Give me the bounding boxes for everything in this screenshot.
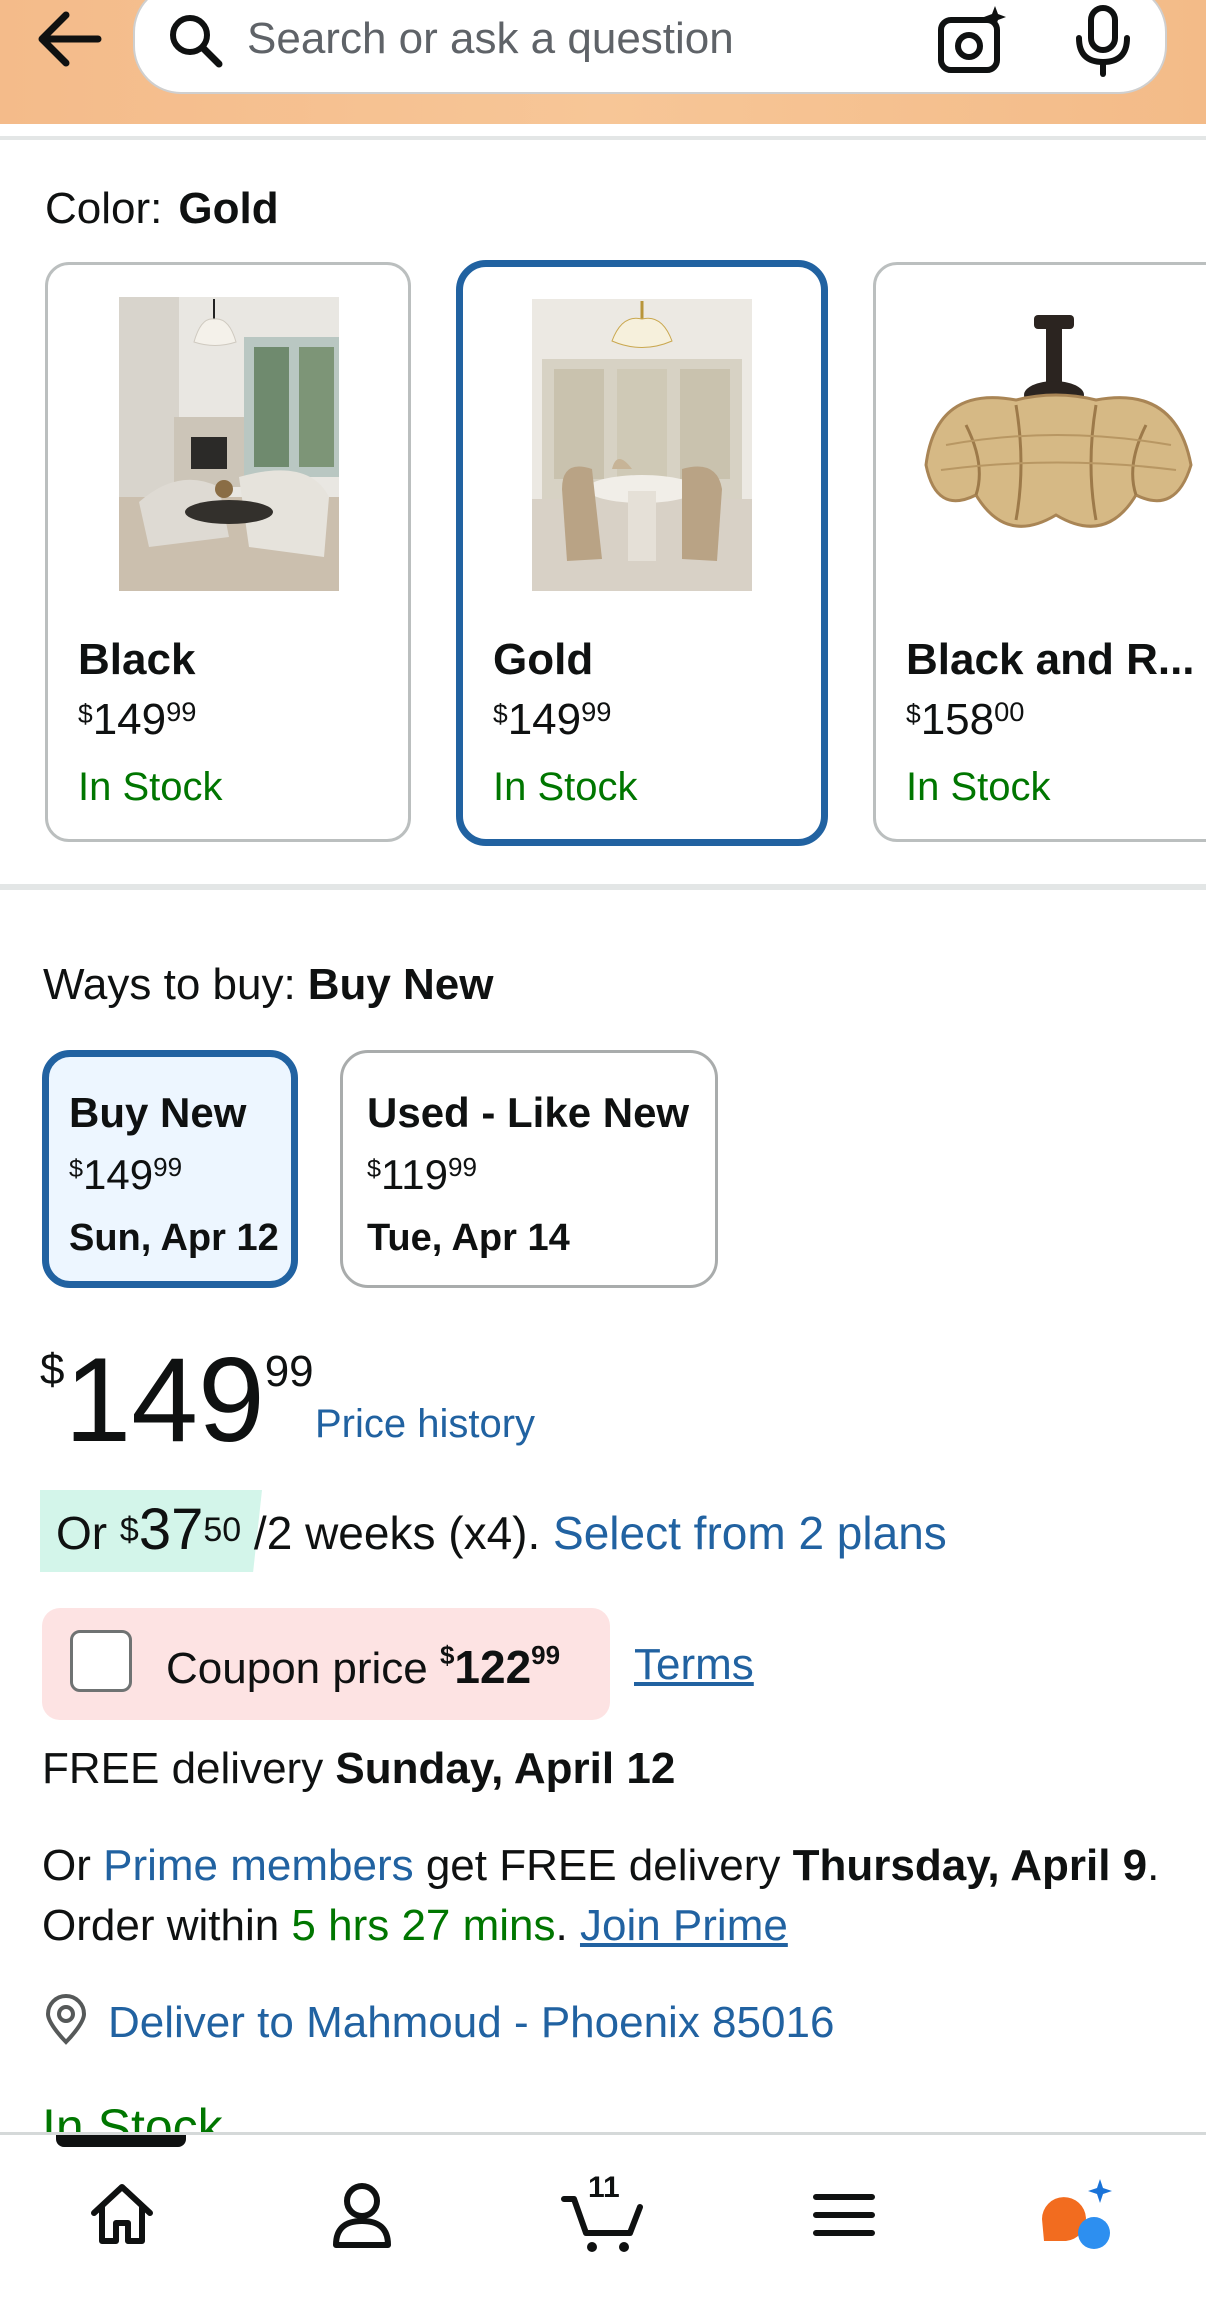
option-price: $14999 <box>493 695 611 745</box>
prime-members-link[interactable]: Prime members <box>103 1841 414 1890</box>
currency: $ <box>439 1640 455 1670</box>
join-prime-link[interactable]: Join Prime <box>580 1901 788 1950</box>
installment-whole: 37 <box>138 1497 204 1562</box>
rattan-fan-image <box>924 315 1193 528</box>
free-delivery-prefix: FREE delivery <box>42 1744 336 1793</box>
selected-way: Buy New <box>307 960 494 1009</box>
option-price: $15800 <box>906 695 1024 745</box>
divider <box>0 136 1206 140</box>
price-whole: 149 <box>507 695 582 744</box>
black-room-image <box>119 297 339 591</box>
currency: $ <box>906 698 921 729</box>
installment-prefix: Or <box>56 1507 120 1559</box>
coupon-text: Coupon price $12299 <box>166 1640 560 1694</box>
prime-mid-text: get FREE delivery <box>413 1841 793 1890</box>
option-name: Gold <box>493 635 594 684</box>
prime-delivery-info: Or Prime members get FREE delivery Thurs… <box>42 1836 1172 1956</box>
bottom-navigation: 11 <box>0 2132 1206 2299</box>
rufus-ai-icon[interactable] <box>1036 2175 1116 2255</box>
option-name: Black and R... <box>906 635 1195 684</box>
currency: $ <box>40 1345 65 1394</box>
price-fraction: 99 <box>447 1152 477 1183</box>
currency: $ <box>78 698 93 729</box>
installment-offer: Or $3750 /2 weeks (x4). Select from 2 pl… <box>56 1500 947 1563</box>
option-delivery-date: Sun, Apr 12 <box>69 1217 279 1259</box>
deliver-to-link[interactable]: Deliver to Mahmoud - Phoenix 85016 <box>108 1998 834 2048</box>
price-history-link[interactable]: Price history <box>315 1402 535 1447</box>
buy-option-new[interactable]: Buy New $14999 Sun, Apr 12 <box>42 1050 298 1288</box>
color-option-gold[interactable]: Gold $14999 In Stock <box>456 260 828 846</box>
search-input[interactable]: Search or ask a question <box>133 0 1167 94</box>
installment-fraction: 50 <box>203 1511 242 1549</box>
buy-option-used[interactable]: Used - Like New $11999 Tue, Apr 14 <box>340 1050 718 1288</box>
installment-suffix: /2 weeks (x4). <box>241 1507 554 1559</box>
color-label-text: Color: <box>45 184 163 233</box>
free-delivery: FREE delivery Sunday, April 12 <box>42 1744 675 1794</box>
currency: $ <box>493 698 508 729</box>
selected-color: Gold <box>178 184 279 233</box>
option-price: $14999 <box>69 1151 182 1199</box>
active-tab-indicator <box>56 2135 186 2147</box>
price-fraction: 99 <box>581 696 612 728</box>
price-fraction: 00 <box>994 696 1025 728</box>
option-delivery-date: Tue, Apr 14 <box>367 1217 570 1259</box>
stock-status: In Stock <box>493 765 638 809</box>
free-delivery-date: Sunday, April 12 <box>335 1744 676 1793</box>
stock-status: In Stock <box>906 765 1051 809</box>
cart-count-badge: 11 <box>588 2171 620 2204</box>
color-option-black[interactable]: Black $14999 In Stock <box>45 262 411 842</box>
top-bar: Search or ask a question <box>0 0 1206 124</box>
section-divider <box>0 884 1206 890</box>
prime-delivery-date: Thursday, April 9 <box>792 1841 1148 1890</box>
currency: $ <box>69 1154 84 1183</box>
color-option-black-and-rattan[interactable]: Black and R... $15800 In Stock <box>873 262 1206 842</box>
option-name: Black <box>78 635 196 684</box>
option-price: $11999 <box>367 1151 477 1199</box>
select-plans-link[interactable]: Select from 2 plans <box>553 1507 947 1559</box>
account-icon[interactable] <box>322 2175 402 2255</box>
option-title: Buy New <box>69 1089 247 1136</box>
coupon-label: Coupon price <box>166 1644 440 1693</box>
color-label: Color: Gold <box>45 184 279 234</box>
price-whole: 158 <box>920 695 995 744</box>
option-title: Used - Like New <box>367 1089 690 1136</box>
coupon-whole: 122 <box>454 1641 532 1693</box>
location-pin-icon <box>45 1994 87 2045</box>
coupon-terms-link[interactable]: Terms <box>634 1640 754 1690</box>
prime-or: Or <box>42 1841 104 1890</box>
back-arrow-icon[interactable] <box>30 6 106 72</box>
currency: $ <box>119 1511 139 1549</box>
ways-label-text: Ways to buy: <box>43 960 296 1009</box>
period: . <box>555 1901 580 1950</box>
main-price: $14999 <box>40 1340 314 1460</box>
order-countdown: 5 hrs 27 mins <box>291 1901 556 1950</box>
microphone-icon[interactable] <box>1071 4 1135 78</box>
price-whole: 149 <box>83 1151 154 1198</box>
price-whole: 149 <box>92 695 167 744</box>
currency: $ <box>367 1154 382 1183</box>
price-whole: 149 <box>64 1333 265 1467</box>
option-price: $14999 <box>78 695 196 745</box>
search-icon <box>170 15 223 68</box>
coupon-fraction: 99 <box>531 1640 561 1670</box>
gold-room-image <box>532 299 752 591</box>
menu-icon[interactable] <box>804 2175 884 2255</box>
search-placeholder: Search or ask a question <box>247 14 734 63</box>
price-fraction: 99 <box>166 696 197 728</box>
price-fraction: 99 <box>264 1347 314 1396</box>
home-icon[interactable] <box>82 2175 162 2255</box>
camera-search-icon[interactable] <box>935 4 1009 78</box>
coupon-box[interactable]: Coupon price $12299 <box>42 1608 610 1720</box>
price-whole: 119 <box>381 1151 448 1198</box>
stock-status: In Stock <box>78 765 223 809</box>
price-fraction: 99 <box>153 1152 183 1183</box>
ways-to-buy-label: Ways to buy: Buy New <box>43 960 494 1010</box>
coupon-checkbox[interactable] <box>70 1630 132 1692</box>
